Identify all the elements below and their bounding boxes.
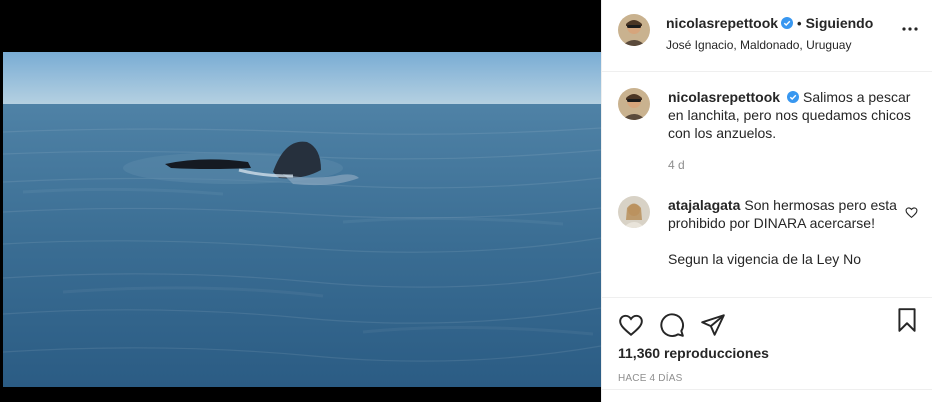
caption-author-avatar[interactable] <box>618 88 650 120</box>
caption-time[interactable]: 4 d <box>668 156 912 174</box>
commenter-avatar[interactable] <box>618 196 650 228</box>
caption-comment: nicolasrepettook Salimos a pescar en lanc… <box>618 88 916 174</box>
verified-badge-icon <box>781 17 794 29</box>
author-avatar[interactable] <box>618 14 650 46</box>
heart-icon[interactable] <box>618 312 644 338</box>
bookmark-icon[interactable] <box>894 307 920 333</box>
post-location[interactable]: José Ignacio, Maldonado, Uruguay <box>666 36 873 54</box>
comment-icon[interactable] <box>659 312 685 338</box>
author-username[interactable]: nicolasrepettook <box>666 15 778 31</box>
commenter-username[interactable]: atajalagata <box>668 197 740 213</box>
like-comment-heart-icon[interactable] <box>905 206 918 219</box>
comments-list[interactable]: nicolasrepettook Salimos a pescar en lanc… <box>602 72 932 290</box>
divider <box>602 389 932 390</box>
comment-item: atajalagata Son hermosas pero esta prohib… <box>618 196 918 268</box>
post-header: nicolasrepettook • Siguiendo José Ignacio,… <box>602 0 932 72</box>
post-timestamp[interactable]: HACE 4 DÍAS <box>602 373 932 384</box>
video-player[interactable] <box>3 52 601 387</box>
share-icon[interactable] <box>700 312 726 338</box>
verified-badge-icon <box>787 91 800 103</box>
post-sidebar: nicolasrepettook • Siguiendo José Ignacio,… <box>601 0 932 402</box>
post-media[interactable] <box>0 0 601 402</box>
caption-author-username[interactable]: nicolasrepettook <box>668 89 780 105</box>
view-count[interactable]: 11,360 reproducciones <box>602 344 932 362</box>
follow-status-button[interactable]: Siguiendo <box>806 15 874 31</box>
whale-scene-image <box>3 52 601 387</box>
comment-text-continued: Segun la vigencia de la Ley No <box>668 251 862 267</box>
post-actions: 11,360 reproducciones HACE 4 DÍAS <box>602 297 932 402</box>
separator-dot: • <box>797 16 802 31</box>
more-options-icon[interactable] <box>900 22 920 36</box>
